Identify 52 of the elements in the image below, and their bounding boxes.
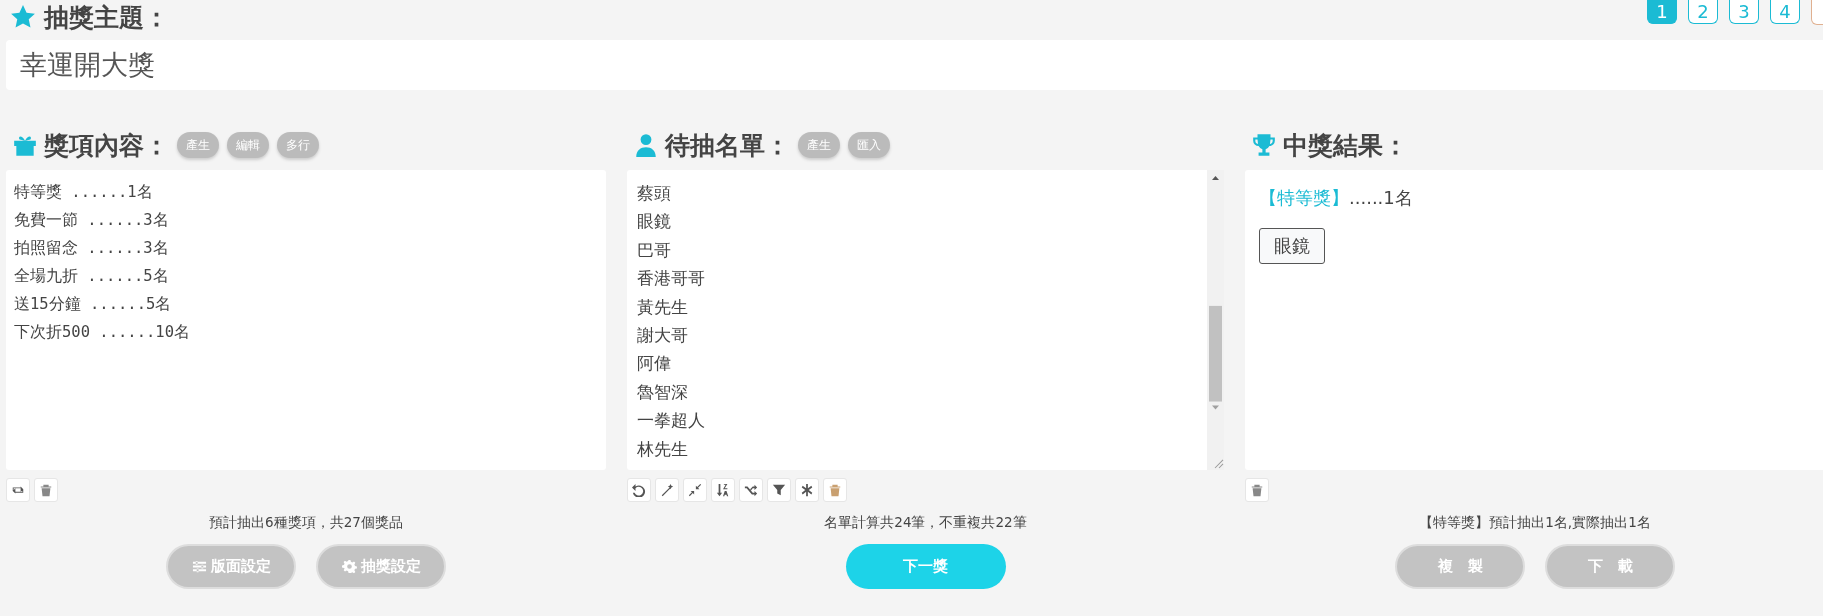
trophy-icon (1251, 132, 1277, 158)
chip-button[interactable]: 編輯 (227, 132, 269, 158)
tool-button[interactable] (655, 478, 679, 502)
next-prize-button[interactable]: 下一獎 (845, 544, 1006, 589)
summary-text: 預計抽出6種獎項，共27個獎品 (208, 514, 404, 532)
filter-icon (772, 483, 786, 497)
name-list-field[interactable]: 蔡頭 眼鏡 巴哥 香港哥哥 黃先生 謝大哥 阿偉 魯智深 一拳超人 林先生 (627, 170, 1224, 470)
star-icon (10, 4, 36, 30)
settings-button[interactable]: 版面設定 (166, 544, 296, 589)
sort-icon (716, 483, 730, 497)
tool-button[interactable] (6, 478, 30, 502)
prize-list-field[interactable]: 特等獎 ......1名 免費一節 ......3名 拍照留念 ......3名 全場九折 ......5名 送15分鐘 ......5名 下次折500 ......10名 (6, 170, 606, 470)
tool-button[interactable] (795, 478, 819, 502)
section-title: 中獎結果： (1283, 129, 1408, 162)
summary-text: 名單計算共24筆，不重複共22筆 (823, 514, 1028, 532)
summary-text: 【特等獎】預計抽出1名,實際抽出1名 (1418, 514, 1652, 532)
tool-button[interactable] (739, 478, 763, 502)
action-button[interactable]: 複 製 (1395, 544, 1525, 589)
section-title: 待抽名單： (665, 129, 790, 162)
winner-button[interactable]: 眼鏡 (1259, 228, 1325, 264)
compress-icon (688, 483, 702, 497)
undo-icon (632, 483, 646, 497)
shuffle-icon (744, 483, 758, 497)
page-button[interactable]: 3 (1729, 0, 1759, 24)
wand-icon (660, 483, 674, 497)
page-button[interactable]: 4 (1770, 0, 1800, 24)
chip-button[interactable]: 產生 (177, 132, 219, 158)
tool-button[interactable] (683, 478, 707, 502)
tool-button[interactable] (627, 478, 651, 502)
section-title: 獎項內容： (44, 129, 169, 162)
page-button[interactable]: 2 (1688, 0, 1718, 24)
tool-button[interactable] (1245, 478, 1269, 502)
trash-icon (39, 483, 53, 497)
tool-button[interactable] (34, 478, 58, 502)
prize-name: 【特等獎】 (1259, 187, 1349, 208)
asterisk-icon (800, 483, 814, 497)
sliders-icon (191, 559, 207, 574)
chip-button[interactable]: 匯入 (848, 132, 890, 158)
action-button[interactable]: 下 載 (1545, 544, 1675, 589)
trash-icon (828, 483, 842, 497)
theme-field[interactable]: 幸運開大獎 (6, 40, 1823, 90)
theme-label: 抽獎主題： (44, 1, 169, 34)
chip-button[interactable]: 產生 (798, 132, 840, 158)
gear-icon (341, 559, 357, 574)
tool-button[interactable] (767, 478, 791, 502)
page-button[interactable]: 1 (1647, 0, 1677, 24)
chip-button[interactable]: 多行 (277, 132, 319, 158)
trash-icon (1250, 483, 1264, 497)
prize-count: ......1名 (1349, 187, 1413, 208)
tool-button[interactable] (711, 478, 735, 502)
person-icon (633, 132, 659, 158)
settings-button[interactable]: 抽獎設定 (316, 544, 446, 589)
